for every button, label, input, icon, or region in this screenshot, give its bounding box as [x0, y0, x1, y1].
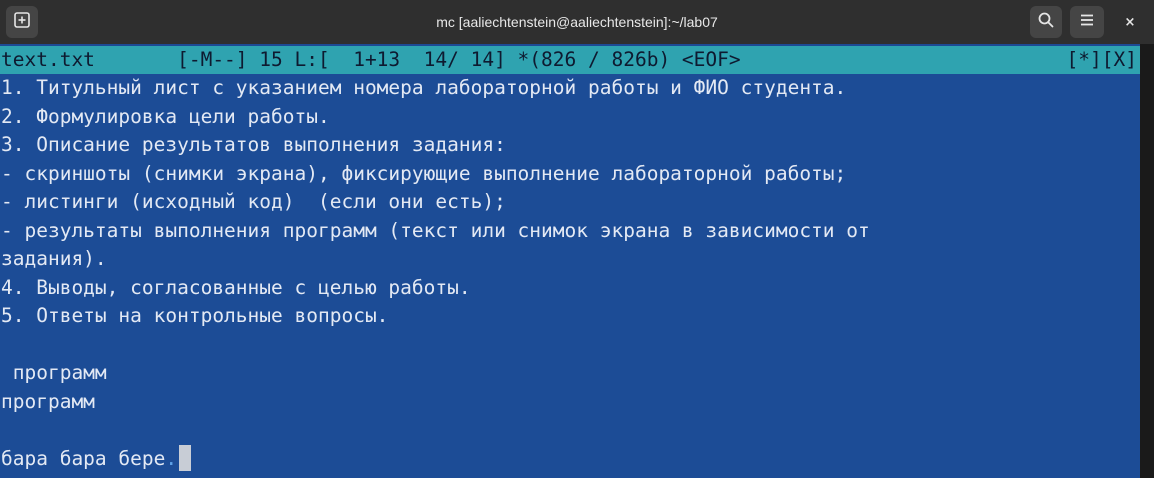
editor-line: 5. Ответы на контрольные вопросы.: [1, 304, 389, 327]
editor-line: программ: [1, 361, 107, 384]
end-of-line-marker: .: [165, 446, 178, 470]
search-button[interactable]: [1030, 6, 1062, 38]
hamburger-menu-icon: [1078, 11, 1096, 34]
text-cursor: [179, 444, 192, 471]
terminal-area[interactable]: text.txt [-M--] 15 L:[ 1+13 14/ 14] *(82…: [0, 44, 1154, 478]
editor-line: задания).: [1, 247, 107, 270]
editor-line: - результаты выполнения программ (текст …: [1, 218, 870, 242]
close-icon: ×: [1124, 14, 1136, 30]
new-tab-icon: [13, 11, 31, 34]
status-window-controls[interactable]: [*][X]: [1067, 46, 1137, 74]
search-icon: [1037, 11, 1055, 34]
editor-line-text: бара бара бере: [1, 446, 166, 470]
editor-line: 4. Выводы, согласованные с целью работы.: [1, 275, 471, 299]
editor-line: 3. Описание результатов выполнения задан…: [1, 133, 506, 156]
window-title: mc [aaliechtenstein@aaliechtenstein]:~/l…: [436, 14, 718, 30]
editor-line: - листинги (исходный код) (если они есть…: [1, 190, 506, 213]
editor-last-line: бара бара бере.: [1, 444, 192, 474]
editor-line: 2. Формулировка цели работы.: [1, 104, 330, 128]
new-tab-button[interactable]: [6, 6, 38, 38]
terminal-scrollbar[interactable]: [1140, 44, 1154, 478]
editor-line: - скриншоты (снимки экрана), фиксирующие…: [1, 161, 847, 185]
menu-button[interactable]: [1070, 6, 1104, 38]
status-file-info: text.txt [-M--] 15 L:[ 1+13 14/ 14] *(82…: [1, 48, 741, 71]
terminal-window: mc [aaliechtenstein@aaliechtenstein]:~/l…: [0, 0, 1154, 478]
close-button[interactable]: ×: [1114, 6, 1146, 38]
editor-text-area[interactable]: 1. Титульный лист с указанием номера лаб…: [0, 74, 1140, 478]
editor-status-bar: text.txt [-M--] 15 L:[ 1+13 14/ 14] *(82…: [0, 46, 1140, 74]
editor-line: 1. Титульный лист с указанием номера лаб…: [1, 76, 847, 99]
header-bar: mc [aaliechtenstein@aaliechtenstein]:~/l…: [0, 0, 1154, 44]
editor-line: программ: [1, 389, 95, 413]
